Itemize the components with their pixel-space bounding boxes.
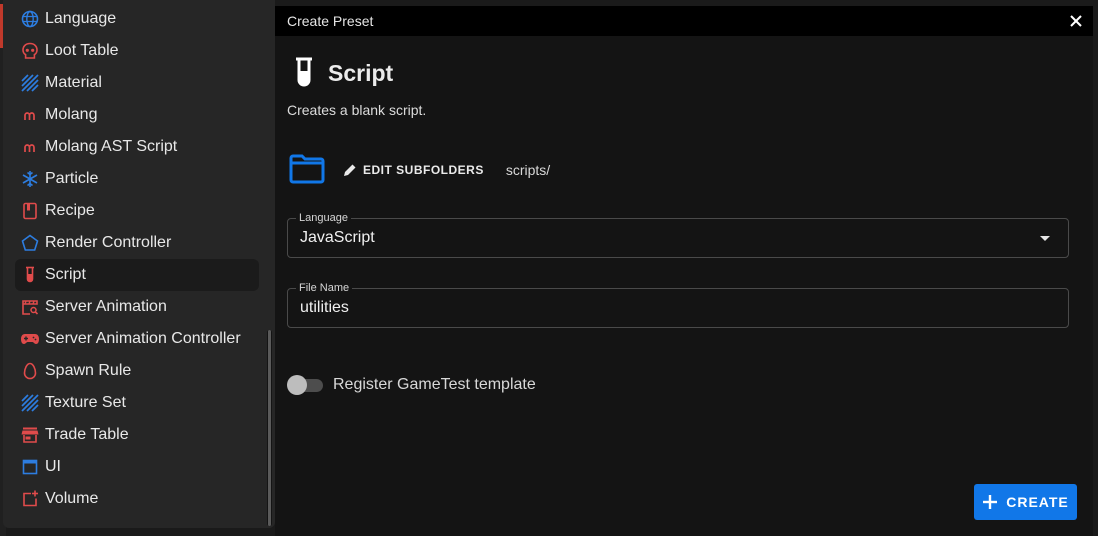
sidebar-item-label: Volume	[45, 490, 99, 507]
skull-icon	[20, 41, 40, 61]
sidebar-item-loot-table[interactable]: Loot Table	[15, 35, 259, 67]
store-icon	[20, 425, 40, 445]
sidebar-item-label: Texture Set	[45, 394, 126, 411]
sidebar-item-spawn-rule[interactable]: Spawn Rule	[15, 355, 259, 387]
sidebar-item-label: Recipe	[45, 202, 95, 219]
movie-search-icon	[20, 297, 40, 317]
folder-path: scripts/	[505, 162, 551, 178]
m-icon	[20, 105, 40, 125]
m-icon	[20, 137, 40, 157]
sidebar-item-volume[interactable]: Volume	[15, 483, 259, 515]
sidebar-item-label: Trade Table	[45, 426, 129, 443]
edit-subfolders-label: EDIT SUBFOLDERS	[363, 163, 484, 177]
gametest-toggle[interactable]	[287, 375, 325, 395]
sidebar-item-trade-table[interactable]: Trade Table	[15, 419, 259, 451]
sidebar-item-server-animation[interactable]: Server Animation	[15, 291, 259, 323]
file-name-field-label: File Name	[296, 281, 353, 295]
preset-name: Script	[328, 59, 394, 86]
sidebar-item-label: Molang AST Script	[45, 138, 178, 155]
close-button[interactable]	[1068, 13, 1084, 29]
test-tube-icon	[289, 56, 319, 90]
snowflake-icon	[20, 169, 40, 189]
sidebar-item-recipe[interactable]: Recipe	[15, 195, 259, 227]
egg-icon	[20, 361, 40, 381]
sidebar-item-label: Material	[45, 74, 102, 91]
square-plus-icon	[20, 489, 40, 509]
sidebar-item-render-controller[interactable]: Render Controller	[15, 227, 259, 259]
globe-icon	[20, 9, 40, 29]
file-name-field[interactable]: File Name utilities	[287, 281, 1069, 328]
preset-description: Creates a blank script.	[287, 102, 427, 118]
gamepad-icon	[20, 329, 40, 349]
pencil-icon	[344, 164, 356, 176]
sidebar-item-label: Molang	[45, 106, 98, 123]
sidebar-item-server-animation-controller[interactable]: Server Animation Controller	[15, 323, 259, 355]
dialog-header: Create Preset	[275, 6, 1093, 36]
create-label: CREATE	[1006, 494, 1069, 510]
create-button[interactable]: CREATE	[974, 484, 1077, 520]
sidebar-item-label: Script	[45, 266, 86, 283]
window-icon	[20, 457, 40, 477]
sidebar-item-ui[interactable]: UI	[15, 451, 259, 483]
book-icon	[20, 201, 40, 221]
language-select[interactable]: Language JavaScript	[287, 211, 1069, 258]
sidebar-item-label: Loot Table	[45, 42, 119, 59]
hatch-icon	[20, 393, 40, 413]
gametest-toggle-label: Register GameTest template	[333, 376, 536, 393]
language-value: JavaScript	[300, 229, 375, 246]
sidebar-item-label: Server Animation Controller	[45, 330, 241, 347]
sidebar-item-particle[interactable]: Particle	[15, 163, 259, 195]
preset-heading: Script	[289, 56, 393, 90]
create-preset-dialog: Create Preset Script Creates a blank scr…	[275, 6, 1093, 536]
file-name-value: utilities	[300, 299, 349, 316]
sidebar-item-texture-set[interactable]: Texture Set	[15, 387, 259, 419]
sidebar-item-label: Particle	[45, 170, 99, 187]
folder-icon[interactable]	[289, 154, 327, 186]
sidebar-item-label: UI	[45, 458, 61, 475]
sidebar-item-language[interactable]: Language	[15, 3, 259, 35]
dialog-title: Create Preset	[287, 13, 374, 29]
sidebar-item-molang-ast-script[interactable]: Molang AST Script	[15, 131, 259, 163]
sidebar-item-molang[interactable]: Molang	[15, 99, 259, 131]
edit-subfolders-button[interactable]: EDIT SUBFOLDERS	[343, 163, 484, 177]
sidebar-scrollbar[interactable]	[267, 330, 272, 526]
hatch-icon	[20, 73, 40, 93]
gametest-toggle-row: Register GameTest template	[287, 375, 536, 395]
plus-icon	[983, 495, 998, 509]
sidebar-item-material[interactable]: Material	[15, 67, 259, 99]
test-tube-icon	[20, 265, 40, 285]
sidebar-item-label: Render Controller	[45, 234, 172, 251]
preset-sidebar: Language Loot Table Material Molang Mola	[3, 0, 275, 528]
toggle-knob	[287, 375, 307, 395]
sidebar-scrollbar-thumb[interactable]	[268, 330, 271, 526]
sidebar-item-label: Language	[45, 10, 117, 27]
caret-down-icon	[1040, 236, 1050, 241]
folder-row: EDIT SUBFOLDERS scripts/	[289, 154, 550, 186]
sidebar-item-label: Spawn Rule	[45, 362, 132, 379]
close-icon	[1070, 15, 1082, 27]
preset-list: Language Loot Table Material Molang Mola	[15, 3, 259, 515]
sidebar-item-script[interactable]: Script	[15, 259, 259, 291]
sidebar-item-label: Server Animation	[45, 298, 167, 315]
language-field-label: Language	[296, 211, 351, 225]
pentagon-icon	[20, 233, 40, 253]
